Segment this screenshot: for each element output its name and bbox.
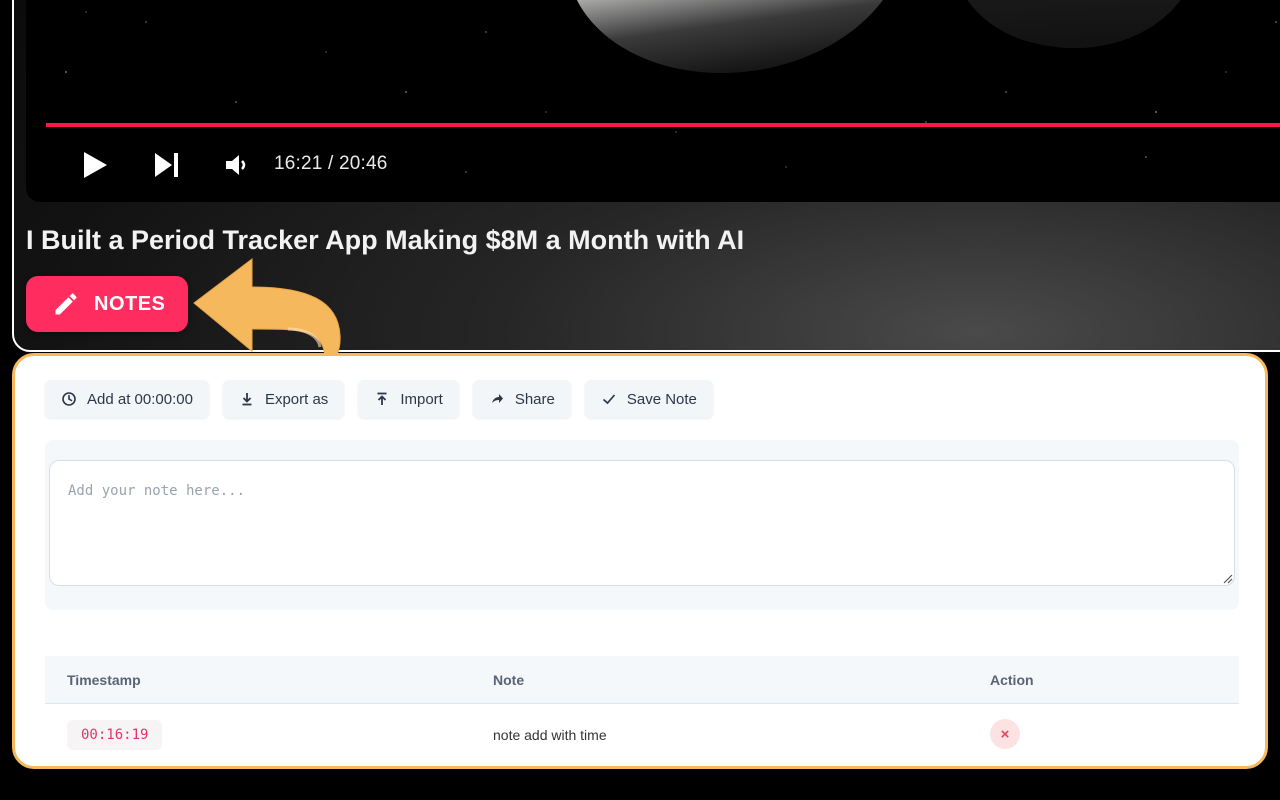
notes-table: Timestamp Note Action 00:16:19 note add …	[45, 634, 1239, 766]
play-button[interactable]	[78, 145, 112, 185]
time-display: 16:21 / 20:46	[274, 153, 388, 174]
next-icon	[155, 153, 178, 177]
header-action: Action	[990, 671, 1034, 688]
volume-icon	[226, 155, 246, 175]
share-button[interactable]: Share	[472, 380, 571, 418]
export-button[interactable]: Export as	[222, 380, 345, 418]
timestamp-link[interactable]: 00:16:19	[67, 720, 163, 750]
notes-button[interactable]: NOTES	[26, 276, 188, 332]
video-title: I Built a Period Tracker App Making $8M …	[26, 225, 745, 255]
notes-button-label: NOTES	[94, 292, 166, 315]
pencil-icon	[55, 293, 77, 315]
download-icon	[242, 393, 252, 406]
player-controls: 16:21 / 20:46	[26, 145, 626, 185]
note-text: note add with time	[493, 727, 607, 743]
check-icon	[602, 394, 615, 405]
upload-icon	[377, 392, 387, 405]
progress-bar[interactable]	[46, 123, 1280, 127]
share-label: Share	[514, 390, 555, 408]
header-timestamp: Timestamp	[67, 671, 141, 688]
resize-grip-icon[interactable]	[1221, 572, 1233, 584]
header-note: Note	[493, 671, 525, 688]
note-textarea[interactable]	[49, 460, 1235, 586]
close-icon: ×	[1000, 725, 1010, 743]
video-player[interactable]: 16:21 / 20:46	[26, 0, 1280, 202]
volume-button[interactable]	[222, 145, 252, 185]
import-label: Import	[400, 390, 443, 408]
delete-note-button[interactable]: ×	[990, 719, 1020, 749]
export-label: Export as	[264, 390, 329, 408]
table-row: 00:16:19 note add with time ×	[45, 704, 1239, 764]
add-timestamp-button[interactable]: Add at 00:00:00	[45, 380, 209, 418]
add-timestamp-label: Add at 00:00:00	[87, 390, 193, 408]
notes-toolbar: Add at 00:00:00 Export as Import Share S…	[45, 380, 713, 418]
save-note-button[interactable]: Save Note	[584, 380, 713, 418]
table-header: Timestamp Note Action	[45, 656, 1239, 704]
next-button[interactable]	[150, 145, 184, 185]
save-note-label: Save Note	[626, 390, 697, 408]
clock-icon	[62, 392, 76, 406]
import-button[interactable]: Import	[358, 380, 459, 418]
notes-panel: Add at 00:00:00 Export as Import Share S…	[12, 353, 1268, 769]
play-icon	[84, 152, 107, 178]
share-icon	[491, 394, 503, 403]
note-editor-card	[45, 440, 1239, 610]
